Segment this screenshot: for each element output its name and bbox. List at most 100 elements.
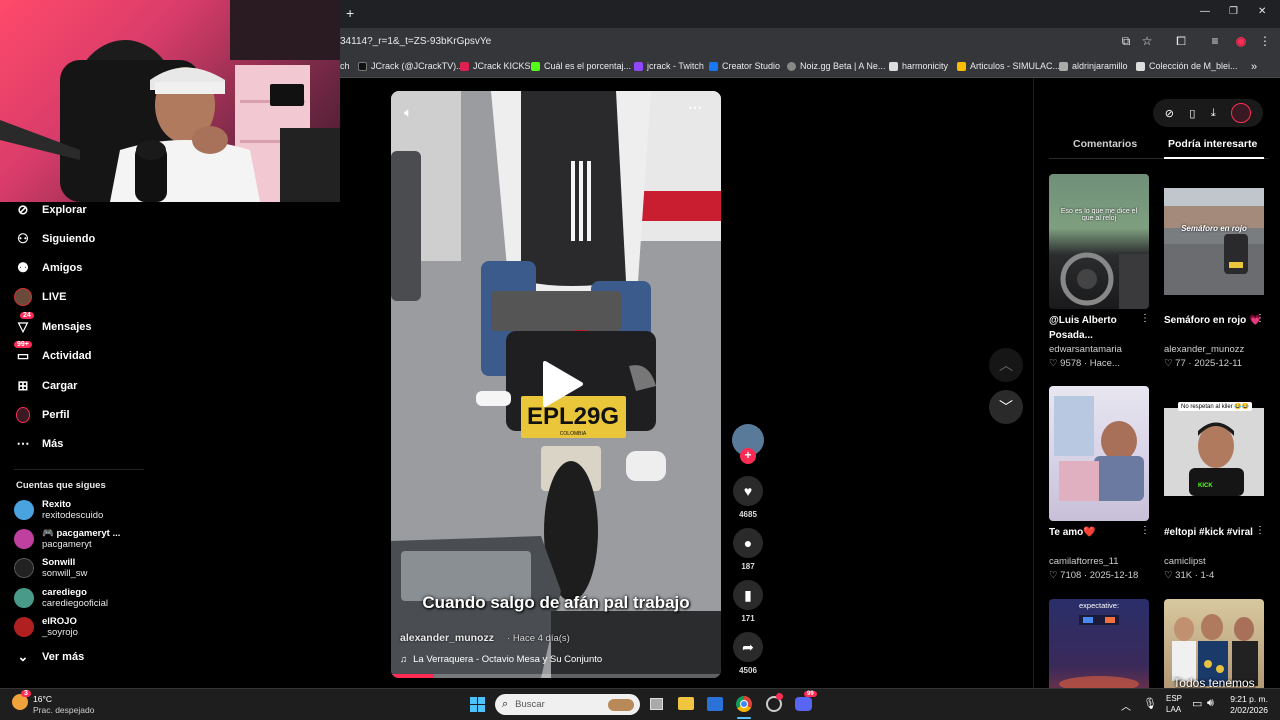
bookmark-icon[interactable]: ▮ — [733, 580, 763, 610]
profile-extension-icon[interactable]: ◉ — [1234, 34, 1248, 48]
bookmark-item[interactable]: Cuál es el porcentaj... — [531, 61, 631, 71]
bookmark-item[interactable]: Articulos - SIMULAC... — [957, 61, 1060, 71]
following-account[interactable]: carediego carediegooficial — [14, 587, 108, 609]
bookmark-item[interactable]: Noiz.gg Beta | A Ne... — [787, 61, 885, 71]
thumbnail-overlay-text — [1049, 386, 1149, 521]
following-account[interactable]: elROJO _soyrojo — [14, 616, 78, 638]
network-icon[interactable]: ▭ — [1192, 697, 1202, 710]
video-thumbnail[interactable]: Semáforo en rojo — [1164, 174, 1264, 309]
profile-avatar[interactable] — [1231, 103, 1252, 123]
minimize-button[interactable]: — — [1200, 6, 1210, 17]
follow-plus-button[interactable]: + — [740, 448, 756, 464]
video-progress-track[interactable] — [391, 674, 721, 678]
video-thumbnail[interactable] — [1049, 386, 1149, 521]
discord-icon[interactable]: 99 — [795, 691, 817, 711]
discord-badge: 99 — [804, 691, 817, 697]
video-thumbnail[interactable]: Eso es lo que me dice el que al reloj — [1049, 174, 1149, 309]
bookmark-item[interactable]: Creator Studio — [709, 61, 780, 71]
restore-button[interactable]: ❐ — [1229, 6, 1238, 17]
svg-text:KICK: KICK — [1198, 483, 1213, 489]
share-action[interactable]: ➦ 4506 — [733, 632, 763, 675]
video-music[interactable]: ♫ La Verraquera - Octavio Mesa y Su Conju… — [400, 654, 602, 665]
nav-mas[interactable]: ⋯ Más — [14, 435, 64, 453]
panel-divider — [1033, 78, 1034, 688]
bookmark-item[interactable]: Colección de M_blei... — [1136, 61, 1238, 71]
card-more-icon[interactable]: ⋮ — [1255, 313, 1265, 324]
card-more-icon[interactable]: ⋮ — [1140, 313, 1150, 324]
recommended-video-card[interactable]: Eso es lo que me dice el que al reloj @L… — [1049, 174, 1150, 369]
nav-live[interactable]: LIVE — [14, 288, 66, 306]
video-author[interactable]: alexander_munozz — [400, 632, 494, 644]
video-thumbnail[interactable]: KICK No respetan al kiler 😂😂 — [1164, 386, 1264, 521]
browser-menu-icon[interactable]: ⋮ — [1258, 34, 1272, 48]
nav-actividad[interactable]: ▭ 99+ Actividad — [14, 341, 92, 365]
more-options-icon[interactable]: ⋯ — [688, 99, 702, 116]
card-more-icon[interactable]: ⋮ — [1140, 525, 1150, 536]
windows-start-icon[interactable] — [470, 697, 485, 712]
following-account[interactable]: Rexito rexitodescuido — [14, 499, 103, 521]
download-icon[interactable]: ⤓ — [1211, 107, 1216, 120]
nav-perfil[interactable]: Perfil — [14, 406, 70, 424]
tab-podria-interesarte[interactable]: Podría interesarte — [1168, 138, 1257, 150]
clock-date: 2/02/2026 — [1230, 705, 1268, 715]
task-view-icon[interactable] — [650, 698, 663, 710]
close-window-button[interactable]: ✕ — [1258, 6, 1266, 17]
compass-icon[interactable]: ⊘ — [1165, 107, 1174, 120]
video-player[interactable]: EPL29G COLOMBIA 🔈︎ ⋯ Cuando salgo de afá… — [391, 91, 721, 678]
recommended-video-card[interactable]: Todos tenemos — [1164, 599, 1264, 688]
tray-overflow-icon[interactable]: ︿ — [1121, 698, 1131, 713]
tab-comentarios[interactable]: Comentarios — [1073, 138, 1137, 150]
obs-icon[interactable] — [766, 693, 783, 712]
language-indicator[interactable]: ESP — [1166, 694, 1182, 703]
microphone-icon[interactable]: 🎙︎ — [1143, 697, 1157, 710]
address-bar[interactable]: 34114?_r=1&_t=ZS-93bKrGpsvYe — [340, 36, 491, 47]
nav-cargar[interactable]: ⊞ Cargar — [14, 377, 78, 395]
following-account[interactable]: Sonwill sonwill_sw — [14, 557, 87, 579]
nav-explorar[interactable]: ⊘ Explorar — [14, 201, 87, 219]
file-explorer-icon[interactable] — [678, 697, 694, 710]
video-thumbnail[interactable]: Todos tenemos — [1164, 599, 1264, 688]
media-control-icon[interactable]: ≡ — [1208, 34, 1222, 48]
volume-icon[interactable]: 🔊︎ — [1207, 697, 1214, 710]
save-action[interactable]: ▮ 171 — [733, 580, 763, 623]
bookmark-item[interactable]: JCrack (@JCrackTV)... — [358, 61, 464, 71]
taskbar-search[interactable]: ⌕ Buscar — [495, 694, 640, 715]
nav-amigos[interactable]: ⚉ Amigos — [14, 259, 82, 277]
see-more-button[interactable]: ⌄ Ver más — [14, 648, 85, 666]
like-action[interactable]: ♥ 4685 — [733, 476, 763, 519]
share-icon[interactable]: ➦ — [733, 632, 763, 662]
card-more-icon[interactable]: ⋮ — [1255, 525, 1265, 536]
nav-siguiendo[interactable]: ⚇ Siguiendo — [14, 230, 95, 248]
weather-icon[interactable]: 3 — [12, 690, 31, 710]
comment-icon[interactable]: ● — [733, 528, 763, 558]
recommended-video-card[interactable]: KICK No respetan al kiler 😂😂 #eltopi #ki… — [1164, 386, 1265, 581]
bookmark-item[interactable]: jcrack - Twitch — [634, 61, 704, 71]
extensions-icon[interactable]: ⧠ — [1174, 34, 1188, 48]
bookmark-star-icon[interactable]: ☆ — [1140, 34, 1154, 48]
new-tab-button[interactable]: + — [346, 5, 354, 21]
comment-action[interactable]: ● 187 — [733, 528, 763, 571]
video-thumbnail[interactable]: expectative: — [1049, 599, 1149, 688]
following-account[interactable]: 🎮 pacgameryt ... pacgameryt — [14, 528, 120, 550]
heart-outline-icon: ♡ — [1049, 570, 1061, 581]
bookmarks-more-button[interactable]: » — [1251, 61, 1257, 73]
mail-icon[interactable] — [707, 697, 723, 711]
recommended-video-card[interactable]: Te amo❤️ camilaftorres_11 ♡ 7108 · 2025-… — [1049, 386, 1150, 581]
bookmark-item[interactable]: harmonicity — [889, 61, 948, 71]
recommended-video-card[interactable]: expectative: — [1049, 599, 1149, 688]
nav-mensajes[interactable]: ▽ 24 Mensajes — [14, 312, 92, 336]
heart-icon[interactable]: ♥ — [733, 476, 763, 506]
weather-temp[interactable]: 16°C — [33, 694, 52, 704]
clock-time[interactable]: 9:21 p. m. — [1224, 694, 1268, 704]
chrome-icon[interactable] — [736, 696, 752, 712]
phone-icon[interactable]: ▯ — [1189, 107, 1195, 120]
bookmark-item[interactable]: aldrinjaramillo — [1059, 61, 1128, 71]
recommended-video-card[interactable]: Semáforo en rojo Semáforo en rojo 💗 alex… — [1164, 174, 1265, 369]
cast-icon[interactable]: ⧉ — [1119, 34, 1133, 48]
next-video-button[interactable]: ﹀ — [989, 390, 1023, 424]
mute-icon[interactable]: 🔈︎ — [404, 104, 412, 121]
bookmark-item[interactable]: JCrack KICKS — [460, 61, 531, 71]
play-icon[interactable] — [539, 359, 585, 409]
bookmark-item[interactable]: ch — [340, 61, 350, 71]
previous-video-button[interactable]: ︿ — [989, 348, 1023, 382]
